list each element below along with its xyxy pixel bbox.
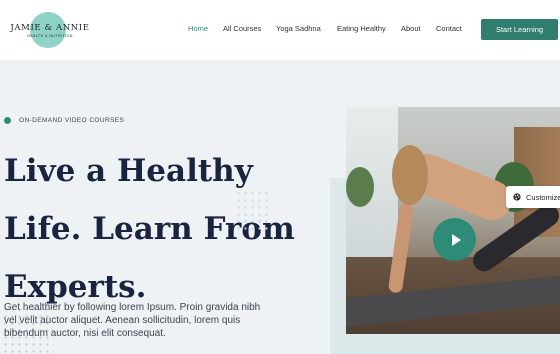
- nav-item-eating-healthy[interactable]: Eating Healthy: [337, 24, 386, 33]
- play-button[interactable]: [433, 218, 476, 261]
- logo-name: JAMIE & ANNIE: [10, 23, 90, 33]
- customize-label: Customize: [526, 192, 560, 202]
- hero-description-line: bibendum auctor, nisi elit consequat.: [4, 328, 166, 339]
- play-icon: [451, 233, 461, 246]
- plant-scene: [346, 167, 374, 207]
- logo-subtitle: HEALTH & NUTRITION: [27, 34, 73, 38]
- nav-item-home[interactable]: Home: [188, 24, 208, 33]
- eyebrow-text: ON-DEMAND VIDEO COURSES: [19, 117, 125, 124]
- brand-logo[interactable]: JAMIE & ANNIE HEALTH & NUTRITION: [8, 12, 92, 48]
- eyebrow-dot-icon: [4, 117, 11, 124]
- eyebrow: ON-DEMAND VIDEO COURSES: [4, 117, 124, 124]
- hero-description-line: vel velit auctor aliquet. Aenean sollici…: [4, 315, 241, 326]
- palette-icon: [513, 193, 521, 201]
- nav-item-contact[interactable]: Contact: [436, 24, 462, 33]
- customize-button[interactable]: Customize: [506, 186, 560, 208]
- site-header: JAMIE & ANNIE HEALTH & NUTRITION Home Al…: [0, 0, 560, 60]
- nav-item-all-courses[interactable]: All Courses: [223, 24, 261, 33]
- person-hair-scene: [392, 145, 428, 205]
- dot-pattern-decoration: [235, 190, 271, 230]
- hero-title-line: Live a Healthy: [4, 153, 253, 189]
- start-learning-button[interactable]: Start Learning: [481, 19, 558, 40]
- hero-description: Get healthier by following lorem Ipsum. …: [4, 301, 304, 340]
- nav-item-yoga-sadhna[interactable]: Yoga Sadhna: [276, 24, 321, 33]
- hero-description-line: Get healthier by following lorem Ipsum. …: [4, 302, 261, 313]
- hero-title-line: Life. Learn From: [4, 211, 295, 247]
- hero-title: Live a Healthy Life. Learn From Experts.: [4, 142, 324, 316]
- nav-item-about[interactable]: About: [401, 24, 421, 33]
